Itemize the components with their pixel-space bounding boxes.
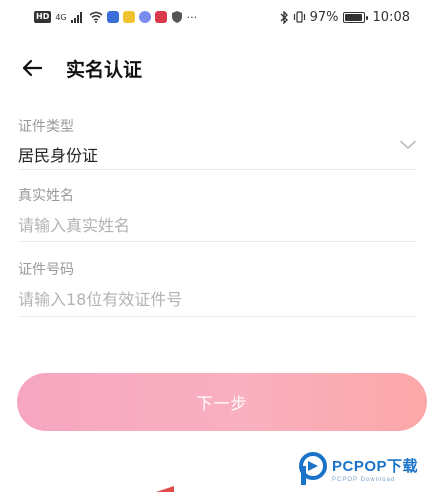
id-type-label: 证件类型: [18, 119, 74, 135]
back-arrow-icon[interactable]: [20, 56, 44, 80]
watermark-brand: PCPOP下载: [332, 458, 419, 475]
id-number-input[interactable]: 请输入18位有效证件号: [18, 286, 416, 310]
signal-icon: [70, 12, 82, 23]
status-right: 97% 10:08: [279, 10, 410, 25]
vibrate-icon: [293, 11, 305, 23]
network-label: 4G: [55, 12, 67, 22]
real-name-form: 证件类型 居民身份证 真实姓名 请输入真实姓名 证件号码 请输入18位有效证件号: [18, 112, 416, 317]
shield-icon: [171, 11, 182, 23]
app-red-icon: [154, 11, 167, 23]
chevron-down-icon[interactable]: [400, 140, 416, 150]
real-name-field[interactable]: 真实姓名 请输入真实姓名: [18, 170, 416, 242]
bottom-edge-mark: [156, 486, 174, 492]
wifi-icon: [89, 11, 103, 23]
real-name-input[interactable]: 请输入真实姓名: [18, 212, 416, 236]
app-music-icon: [138, 11, 151, 23]
real-name-label: 真实姓名: [18, 188, 74, 204]
id-type-value: 居民身份证: [18, 146, 99, 165]
id-number-field[interactable]: 证件号码 请输入18位有效证件号: [18, 242, 416, 317]
watermark-text: PCPOP下载 PCPOP Download: [332, 455, 418, 483]
status-left: HD 4G ···: [34, 11, 197, 24]
header: 实名认证: [0, 50, 434, 86]
watermark-sub: PCPOP Download: [332, 477, 396, 483]
watermark: PCPOP下载 PCPOP Download: [298, 452, 418, 486]
page-title: 实名认证: [66, 58, 143, 81]
hd-badge: HD: [34, 11, 52, 23]
more-notifications: ···: [186, 10, 198, 24]
battery-icon: [342, 11, 368, 23]
status-bar: HD 4G ··· 97% 10:08: [0, 0, 434, 34]
status-time: 10:08: [372, 9, 410, 25]
battery-percent: 97%: [309, 9, 339, 25]
app-yellow-icon: [122, 11, 135, 23]
app-bulb-icon: [106, 11, 119, 23]
pcpop-logo-icon: [299, 452, 327, 485]
id-type-select[interactable]: 证件类型 居民身份证: [18, 112, 416, 170]
battery-fill: [344, 13, 362, 21]
bluetooth-icon: [280, 10, 288, 24]
next-step-button[interactable]: 下一步: [17, 373, 427, 431]
id-number-label: 证件号码: [18, 262, 74, 278]
